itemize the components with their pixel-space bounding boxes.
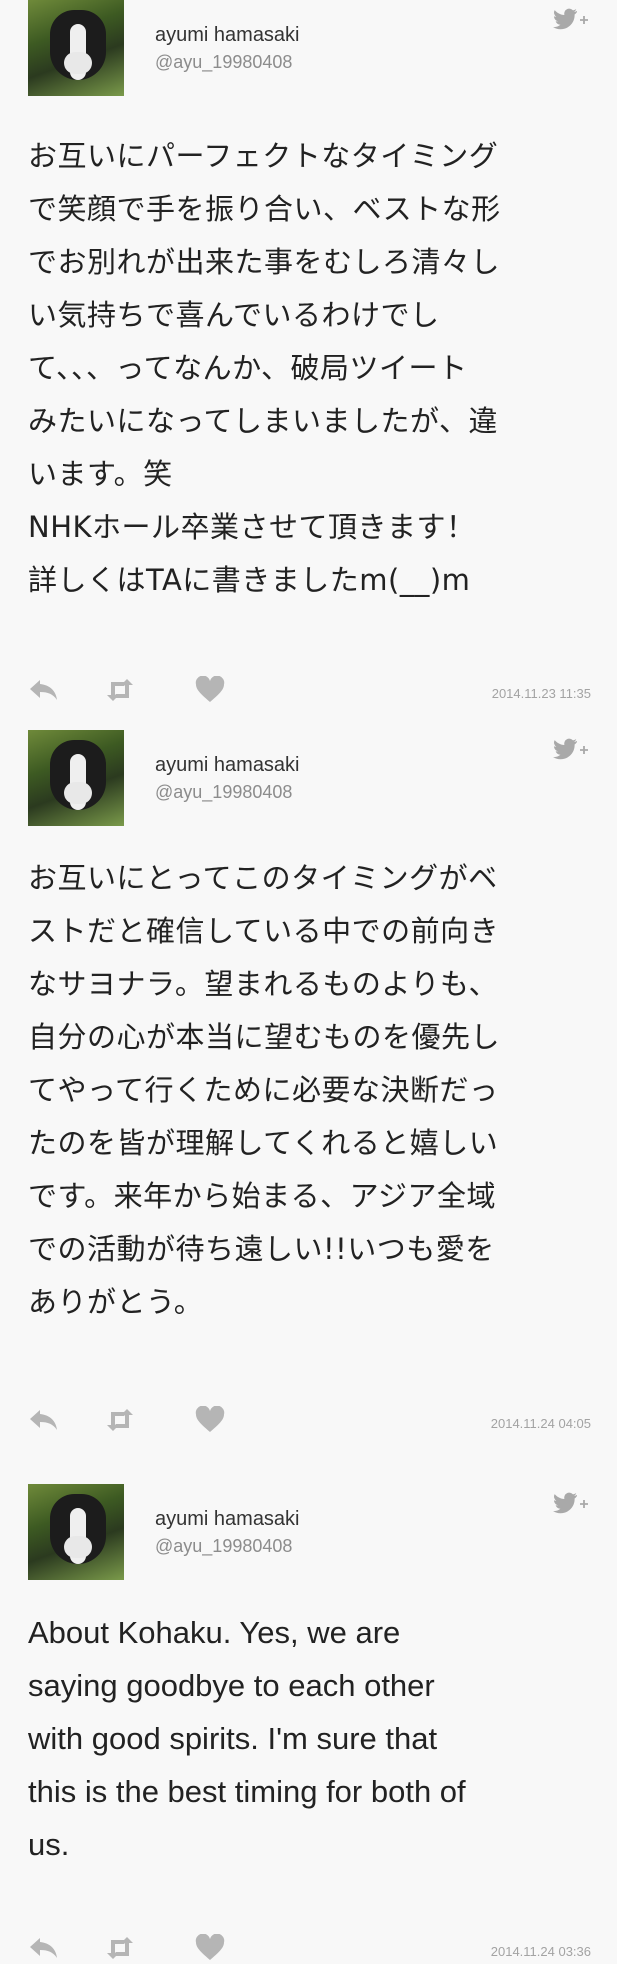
user-handle[interactable]: @ayu_19980408 xyxy=(155,52,292,73)
retweet-icon[interactable] xyxy=(104,1406,136,1434)
reply-icon[interactable] xyxy=(28,1934,60,1962)
avatar[interactable] xyxy=(28,730,124,826)
retweet-icon[interactable] xyxy=(104,676,136,704)
timestamp[interactable]: 2014.11.23 11:35 xyxy=(492,686,591,701)
user-name[interactable]: ayumi hamasaki xyxy=(155,754,300,777)
follow-bird-plus-icon[interactable] xyxy=(553,6,591,30)
timestamp[interactable]: 2014.11.24 03:36 xyxy=(491,1944,591,1959)
heart-icon[interactable] xyxy=(194,1406,226,1434)
reply-icon[interactable] xyxy=(28,1406,60,1434)
heart-icon[interactable] xyxy=(194,1934,226,1962)
tweet-text: About Kohaku. Yes, we are saying goodbye… xyxy=(28,1615,466,1862)
follow-bird-plus-icon[interactable] xyxy=(553,736,591,760)
tweet-text: お互いにとってこのタイミングがベ ストだと確信している中での前向き なサヨナラ。… xyxy=(28,861,501,1319)
timestamp[interactable]: 2014.11.24 04:05 xyxy=(491,1416,591,1431)
avatar[interactable] xyxy=(28,0,124,96)
follow-bird-plus-icon[interactable] xyxy=(553,1490,591,1514)
tweet-text: お互いにパーフェクトなタイミング で笑顔で手を振り合い、ベストな形 でお別れが出… xyxy=(28,139,501,597)
retweet-icon[interactable] xyxy=(104,1934,136,1962)
reply-icon[interactable] xyxy=(28,676,60,704)
avatar[interactable] xyxy=(28,1484,124,1580)
heart-icon[interactable] xyxy=(194,676,226,704)
user-name[interactable]: ayumi hamasaki xyxy=(155,24,300,47)
user-handle[interactable]: @ayu_19980408 xyxy=(155,782,292,803)
tweet-actions xyxy=(28,1406,268,1436)
user-name[interactable]: ayumi hamasaki xyxy=(155,1508,300,1531)
tweet-actions xyxy=(28,676,268,706)
user-handle[interactable]: @ayu_19980408 xyxy=(155,1536,292,1557)
tweet-actions xyxy=(28,1934,268,1964)
